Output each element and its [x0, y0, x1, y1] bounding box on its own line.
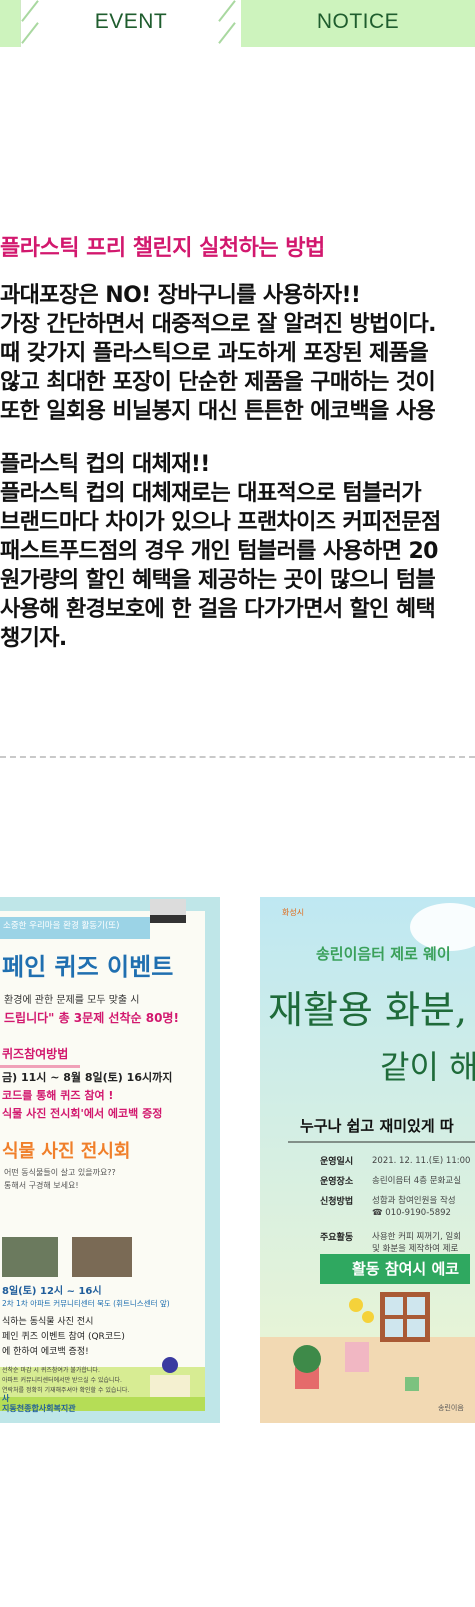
poster-date: 8일(토) 12시 ~ 16시: [2, 1286, 102, 1297]
paragraph-line: 않고 최대한 포장이 단순한 제품을 구매하는 것이: [0, 370, 436, 395]
poster-note: 아파트 커뮤니티센터에서만 받으실 수 있습니다.: [2, 1377, 122, 1384]
poster-line: 에 한하여 에코백 증정!: [2, 1347, 89, 1357]
poster-row-value: 2021. 12. 11.(토) 11:00: [372, 1156, 471, 1166]
tab-previous-stub[interactable]: [0, 0, 20, 47]
paragraph-line: 패스트푸드점의 경우 개인 텀블러를 사용하면 20: [0, 539, 438, 564]
paragraph-line: 또한 일회용 비닐봉지 대신 튼튼한 에코백을 사용: [0, 399, 436, 424]
poster-brand: 화성시: [282, 908, 305, 917]
poster-cta-banner: 활동 참여시 에코: [352, 1260, 460, 1278]
poster-line: 통해서 구경해 보세요!: [4, 1181, 79, 1190]
article-title: 플라스틱 프리 챌린지 실천하는 방법: [0, 236, 325, 261]
poster-note: 선착순 마감 시 퀴즈참여가 불가합니다.: [2, 1367, 100, 1374]
event-poster-recycle[interactable]: 화성시 송린이음터 제로 웨이 재활용 화분, 같이 해 누구나 쉽고 재미있게…: [260, 897, 475, 1423]
poster-note: 연락처를 정확히 기재해주셔야 확인할 수 있습니다.: [2, 1387, 130, 1394]
paragraph-line: 챙기자.: [0, 626, 67, 651]
poster-header: 송린이음터 제로 웨이: [316, 945, 451, 963]
poster-line: 어떤 동식물들이 살고 있을까요??: [4, 1168, 116, 1177]
poster-row-value: 성함과 참여인원을 작성: [372, 1196, 456, 1206]
poster-section-title: 퀴즈참여방법: [2, 1047, 69, 1061]
poster-line: 식물 사진 전시회'에서 에코백 증정: [2, 1107, 163, 1120]
article-paragraph-2: 플라스틱 컵의 대체재!! 플라스틱 컵의 대체재로는 대표적으로 텀블러가 브…: [0, 450, 441, 653]
article-paragraph-1: 과대포장은 NO! 장바구니를 사용하자!! 가장 간단하면서 대중적으로 잘 …: [0, 281, 436, 426]
tab-event[interactable]: EVENT: [20, 0, 242, 47]
tab-event-label: EVENT: [94, 10, 168, 33]
poster-line: 드립니다" 총 3문제 선착순 80명!: [4, 1011, 179, 1025]
paragraph-line: 플라스틱 컵의 대체재로는 대표적으로 텀블러가: [0, 481, 422, 506]
paragraph-line: 원가량의 할인 혜택을 제공하는 곳이 많으니 텀블: [0, 568, 436, 593]
poster-line: 식하는 동식물 사진 전시: [2, 1317, 94, 1327]
poster-footer-logo: 송린이음: [438, 1404, 464, 1412]
dashed-divider: [0, 756, 475, 758]
poster-row-value: ☎ 010-9190-5892: [372, 1208, 451, 1218]
paragraph-line: 브랜드마다 차이가 있으나 프랜차이즈 커피전문점: [0, 510, 441, 535]
poster-row-label: 운영일시: [320, 1157, 354, 1167]
poster-tag: 소중한 우리마을 환경 활동기(또): [3, 921, 120, 931]
poster-title-1: 재활용 화분,: [268, 988, 467, 1032]
poster-row-label: 신청방법: [320, 1197, 354, 1207]
poster-line: 페인 퀴즈 이벤트 참여 (QR코드): [2, 1332, 125, 1342]
poster-section-title: 식물 사진 전시회: [2, 1141, 131, 1162]
poster-line: 환경에 관한 문제를 모두 맞출 시: [4, 995, 140, 1006]
poster-subtitle: 누구나 쉽고 재미있게 따: [300, 1117, 454, 1135]
poster-headline: 페인 퀴즈 이벤트: [2, 953, 174, 981]
poster-row-value: 송린이음터 4층 문화교실: [372, 1176, 462, 1186]
paragraph-line: 플라스틱 컵의 대체재!!: [0, 452, 210, 477]
paragraph-line: 과대포장은 NO! 장바구니를 사용하자!!: [0, 283, 361, 308]
poster-row-value: 및 화분을 제작하여 제로: [372, 1244, 459, 1254]
poster-place: 2차 1차 아파트 커뮤니티센터 북도 (휘트니스센터 앞): [2, 1299, 170, 1308]
paragraph-line: 가장 간단하면서 대중적으로 잘 알려진 방법이다.: [0, 312, 436, 337]
tab-notice-label: NOTICE: [316, 10, 400, 33]
poster-row-label: 운영장소: [320, 1177, 354, 1187]
poster-title-2: 같이 해: [380, 1048, 475, 1086]
paragraph-line: 사용해 환경보호에 한 걸음 다가가면서 할인 혜택: [0, 597, 436, 622]
event-poster-quiz[interactable]: 소중한 우리마을 환경 활동기(또) 페인 퀴즈 이벤트 환경에 관한 문제를 …: [0, 897, 220, 1423]
poster-row-label: 주요활동: [320, 1233, 354, 1243]
poster-line: 코드를 통해 퀴즈 참여 !: [2, 1089, 114, 1102]
poster-row-value: 사용한 커피 찌꺼기, 일회: [372, 1232, 462, 1242]
poster-line: 금) 11시 ~ 8월 8일(토) 16시까지: [2, 1071, 173, 1084]
tab-bar: EVENT NOTICE: [0, 0, 475, 48]
tab-notice[interactable]: NOTICE: [241, 0, 475, 47]
paragraph-line: 때 갖가지 플라스틱으로 과도하게 포장된 제품을: [0, 341, 429, 366]
poster-org: 지동천종합사회복지관: [2, 1404, 76, 1413]
